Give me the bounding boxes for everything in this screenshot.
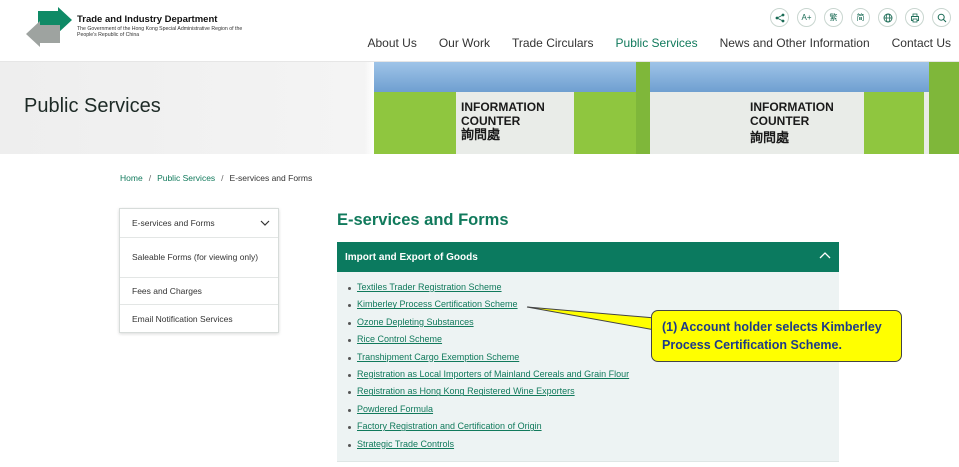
sidebar-item-label: E-services and Forms [132, 218, 215, 228]
nav-news-and-other-information[interactable]: News and Other Information [720, 36, 870, 50]
nav-contact-us[interactable]: Contact Us [892, 36, 951, 50]
link-rice-control-scheme[interactable]: Rice Control Scheme [347, 334, 629, 351]
sidebar-item-label: Fees and Charges [132, 286, 202, 296]
section-title: E-services and Forms [337, 211, 509, 229]
font-size-icon[interactable]: A+ [797, 8, 816, 27]
department-name: Trade and Industry Department [77, 14, 218, 25]
photo-windows [374, 62, 959, 92]
site-header: Trade and Industry Department The Govern… [0, 0, 959, 62]
hero-photo: INFORMATION COUNTER 詢問處 INFORMATION COUN… [374, 62, 959, 154]
nav-about-us[interactable]: About Us [367, 36, 416, 50]
search-icon[interactable] [932, 8, 951, 27]
nav-public-services[interactable]: Public Services [616, 36, 698, 50]
photo-sign-en: INFORMATION COUNTER [750, 100, 834, 128]
sidebar-item-e-services-and-forms[interactable]: E-services and Forms [120, 209, 278, 238]
annotation-callout: (1) Account holder selects Kimberley Pro… [651, 310, 902, 362]
accordion-panel: Textiles Trader Registration Scheme Kimb… [337, 272, 839, 462]
header-tools: A+ 繁 简 [770, 8, 951, 27]
link-strategic-trade-controls[interactable]: Strategic Trade Controls [347, 439, 629, 456]
breadcrumb-separator: / [221, 173, 224, 183]
sidebar-item-fees-and-charges[interactable]: Fees and Charges [120, 278, 278, 305]
link-registration-wine-exporters[interactable]: Registration as Hong Kong Registered Win… [347, 386, 629, 403]
sidebar-item-email-notification-services[interactable]: Email Notification Services [120, 305, 278, 332]
link-ozone-depleting-substances[interactable]: Ozone Depleting Substances [347, 317, 629, 334]
nav-trade-circulars[interactable]: Trade Circulars [512, 36, 594, 50]
photo-sign-cn: 詢問處 [750, 130, 790, 145]
sidebar-menu: E-services and Forms Saleable Forms (for… [119, 208, 279, 333]
hero-banner: Public Services INFORMATION COUNTER 詢問處 … [0, 62, 959, 154]
photo-sign-cn: 詢問處 [461, 127, 501, 142]
department-subtitle: The Government of the Hong Kong Special … [77, 26, 243, 39]
sidebar-item-label: Saleable Forms (for viewing only) [132, 252, 259, 262]
photo-green-panel [864, 92, 924, 154]
photo-green-panel [374, 92, 456, 154]
print-icon[interactable] [905, 8, 924, 27]
link-kimberley-process-certification-scheme[interactable]: Kimberley Process Certification Scheme [347, 299, 629, 316]
service-link-list: Textiles Trader Registration Scheme Kimb… [347, 282, 629, 456]
accordion-import-export-of-goods[interactable]: Import and Export of Goods [337, 242, 839, 272]
nav-our-work[interactable]: Our Work [439, 36, 490, 50]
traditional-chinese-icon[interactable]: 繁 [824, 8, 843, 27]
photo-sign-en: INFORMATION COUNTER [461, 100, 545, 128]
page: Trade and Industry Department The Govern… [0, 0, 959, 467]
share-icon[interactable] [770, 8, 789, 27]
breadcrumb-current: E-services and Forms [229, 173, 313, 183]
link-transhipment-cargo-exemption-scheme[interactable]: Transhipment Cargo Exemption Scheme [347, 352, 629, 369]
chevron-up-icon[interactable] [819, 251, 831, 261]
link-textiles-trader-registration-scheme[interactable]: Textiles Trader Registration Scheme [347, 282, 629, 299]
photo-green-pillar [636, 62, 650, 154]
accordion-title: Import and Export of Goods [345, 251, 478, 263]
link-registration-local-importers-cereals[interactable]: Registration as Local Importers of Mainl… [347, 369, 629, 386]
breadcrumb-public-services[interactable]: Public Services [157, 173, 215, 183]
main-nav: About Us Our Work Trade Circulars Public… [367, 36, 951, 50]
sidebar-item-saleable-forms[interactable]: Saleable Forms (for viewing only) [120, 238, 278, 278]
chevron-down-icon[interactable] [260, 219, 270, 227]
breadcrumb-separator: / [148, 173, 152, 183]
photo-green-pillar [929, 62, 959, 154]
link-factory-registration-certification-of-origin[interactable]: Factory Registration and Certification o… [347, 421, 629, 438]
sidebar-item-label: Email Notification Services [132, 313, 233, 324]
tid-logo[interactable] [24, 7, 74, 47]
breadcrumb: Home / Public Services / E-services and … [120, 173, 312, 183]
link-powdered-formula[interactable]: Powdered Formula [347, 404, 629, 421]
globe-icon[interactable] [878, 8, 897, 27]
page-title: Public Services [24, 95, 161, 117]
photo-green-panel [574, 92, 636, 154]
simplified-chinese-icon[interactable]: 简 [851, 8, 870, 27]
breadcrumb-home[interactable]: Home [120, 173, 143, 183]
